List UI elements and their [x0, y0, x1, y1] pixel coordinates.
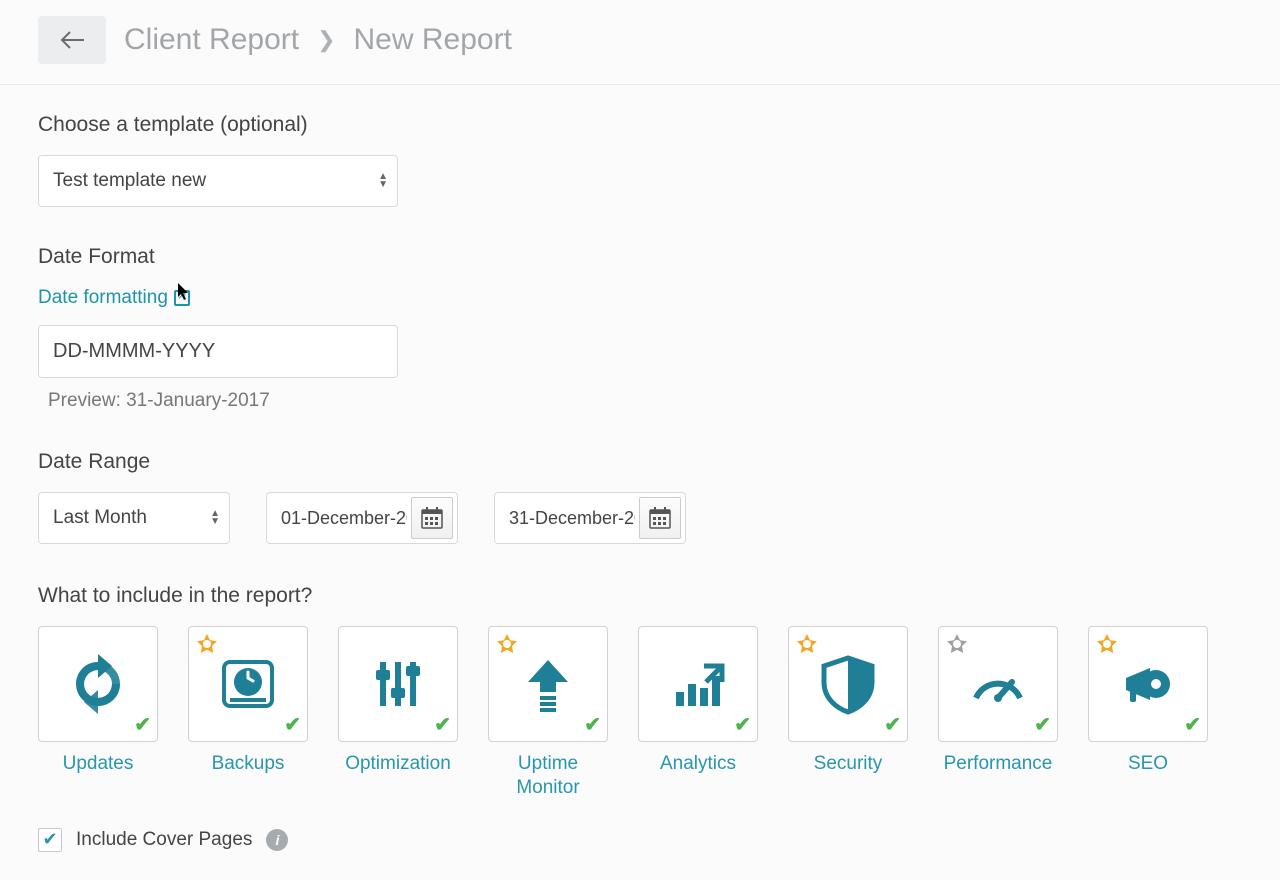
check-icon: ✔: [1034, 712, 1051, 737]
date-format-preview: Preview: 31-January-2017: [38, 390, 1242, 412]
tile-security[interactable]: ✔: [788, 626, 908, 742]
tile-col-seo: ✔ SEO: [1088, 626, 1208, 800]
include-section: What to include in the report? ✔ Updates: [38, 584, 1242, 852]
date-from-field: [266, 492, 458, 544]
tile-uptime-label: Uptime Monitor: [488, 752, 608, 800]
drive-restore-icon: [216, 652, 280, 716]
info-icon[interactable]: i: [266, 829, 288, 851]
template-title: Choose a template (optional): [38, 113, 1242, 137]
back-button[interactable]: [38, 16, 106, 64]
include-title: What to include in the report?: [38, 584, 1242, 608]
date-range-row: ▲▼: [38, 492, 1242, 544]
sliders-icon: [366, 652, 430, 716]
check-icon: ✔: [1184, 712, 1201, 737]
tile-optimization[interactable]: ✔: [338, 626, 458, 742]
tile-col-security: ✔ Security: [788, 626, 908, 800]
tile-backups-label: Backups: [212, 752, 285, 776]
check-icon: ✔: [584, 712, 601, 737]
date-format-title: Date Format: [38, 245, 1242, 269]
refresh-icon: [66, 652, 130, 716]
date-to-input[interactable]: [495, 494, 635, 543]
tile-col-updates: ✔ Updates: [38, 626, 158, 800]
tile-performance[interactable]: ✔: [938, 626, 1058, 742]
tile-backups[interactable]: ✔: [188, 626, 308, 742]
tile-optimization-label: Optimization: [345, 752, 451, 776]
tile-col-backups: ✔ Backups: [188, 626, 308, 800]
external-link-icon: [174, 290, 190, 306]
tile-uptime[interactable]: ✔: [488, 626, 608, 742]
date-range-section: Date Range ▲▼: [38, 450, 1242, 544]
include-tiles: ✔ Updates ✔ Backups: [38, 626, 1242, 800]
upload-arrow-icon: [516, 652, 580, 716]
megaphone-icon: [1116, 652, 1180, 716]
template-section: Choose a template (optional) ▲▼: [38, 113, 1242, 207]
tile-performance-label: Performance: [944, 752, 1053, 776]
date-range-title: Date Range: [38, 450, 1242, 474]
analytics-icon: [666, 652, 730, 716]
star-badge-icon: [1095, 633, 1119, 657]
tile-security-label: Security: [814, 752, 883, 776]
cover-pages-row: ✔ Include Cover Pages i: [38, 828, 1242, 852]
check-icon: ✔: [884, 712, 901, 737]
date-to-calendar-button[interactable]: [639, 497, 681, 539]
shield-icon: [816, 652, 880, 716]
check-icon: ✔: [134, 712, 151, 737]
tile-col-analytics: ✔ Analytics: [638, 626, 758, 800]
check-icon: ✔: [734, 712, 751, 737]
date-format-input[interactable]: [38, 325, 398, 378]
template-select-wrap: ▲▼: [38, 155, 398, 207]
tile-analytics[interactable]: ✔: [638, 626, 758, 742]
calendar-icon: [421, 507, 443, 529]
star-badge-icon: [795, 633, 819, 657]
template-select[interactable]: [38, 155, 398, 207]
date-to-field: [494, 492, 686, 544]
star-badge-icon: [495, 633, 519, 657]
date-formatting-link-row: Date formatting: [38, 287, 1242, 309]
check-icon: ✔: [434, 712, 451, 737]
tile-seo-label: SEO: [1128, 752, 1168, 776]
gauge-icon: [966, 652, 1030, 716]
check-icon: ✔: [284, 712, 301, 737]
star-badge-icon: [195, 633, 219, 657]
date-from-calendar-button[interactable]: [411, 497, 453, 539]
cover-pages-label: Include Cover Pages: [76, 829, 252, 851]
back-arrow-icon: [58, 29, 86, 51]
form-body: Choose a template (optional) ▲▼ Date For…: [0, 85, 1280, 880]
tile-col-uptime: ✔ Uptime Monitor: [488, 626, 608, 800]
tile-analytics-label: Analytics: [660, 752, 736, 776]
tile-col-optimization: ✔ Optimization: [338, 626, 458, 800]
date-from-input[interactable]: [267, 494, 407, 543]
breadcrumb-current: New Report: [354, 23, 512, 57]
date-range-preset-select[interactable]: [38, 492, 230, 544]
breadcrumb: Client Report ❯ New Report: [124, 23, 512, 57]
date-formatting-link[interactable]: Date formatting: [38, 287, 168, 309]
cover-pages-checkbox[interactable]: ✔: [38, 828, 62, 852]
tile-updates[interactable]: ✔: [38, 626, 158, 742]
date-format-section: Date Format Date formatting Preview: 31-…: [38, 245, 1242, 412]
tile-updates-label: Updates: [63, 752, 134, 776]
date-range-preset-wrap: ▲▼: [38, 492, 230, 544]
breadcrumb-parent[interactable]: Client Report: [124, 23, 299, 57]
tile-col-performance: ✔ Performance: [938, 626, 1058, 800]
calendar-icon: [649, 507, 671, 529]
tile-seo[interactable]: ✔: [1088, 626, 1208, 742]
page-header: Client Report ❯ New Report: [0, 0, 1280, 85]
chevron-right-icon: ❯: [317, 27, 335, 53]
star-badge-grey-icon: [945, 633, 969, 657]
